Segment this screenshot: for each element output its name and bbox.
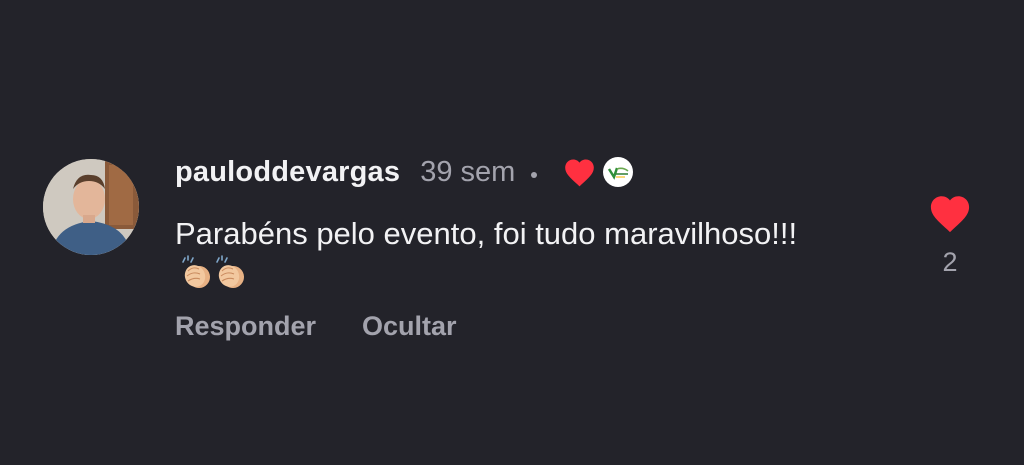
reply-button[interactable]: Responder xyxy=(175,311,316,342)
clapping-hands-icon xyxy=(213,254,249,290)
like-button[interactable]: 2 xyxy=(926,193,974,293)
like-count: 2 xyxy=(942,247,958,277)
timestamp: 39 sem xyxy=(420,155,516,188)
creator-liked-heart-icon xyxy=(563,157,596,187)
separator-dot xyxy=(531,172,538,178)
heart-icon[interactable] xyxy=(928,193,972,233)
creator-avatar-icon xyxy=(603,157,634,187)
comment-text: Parabéns pelo evento, foi tudo maravilho… xyxy=(175,214,815,294)
avatar[interactable] xyxy=(43,159,139,255)
avatar-photo-icon xyxy=(43,159,139,255)
username[interactable]: pauloddevargas xyxy=(175,156,400,189)
clapping-hands-icon xyxy=(179,254,215,290)
comment-header: pauloddevargas 39 sem xyxy=(175,152,634,192)
comment: pauloddevargas 39 sem Parabéns pelo even… xyxy=(0,0,1024,465)
comment-body: Parabéns pelo evento, foi tudo maravilho… xyxy=(175,216,798,251)
comment-actions: Responder Ocultar xyxy=(175,311,457,342)
hide-button[interactable]: Ocultar xyxy=(362,311,457,342)
